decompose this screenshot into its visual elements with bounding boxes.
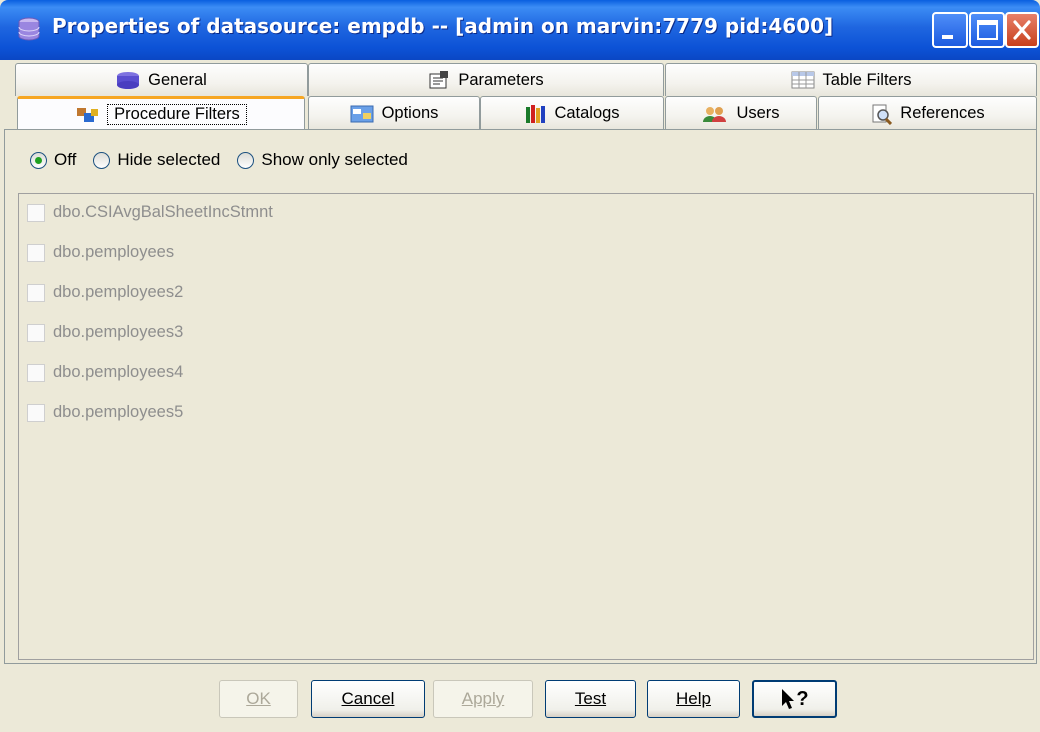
window-title: Properties of datasource: empdb -- [admi…: [52, 14, 834, 38]
apply-button[interactable]: Apply: [433, 680, 533, 718]
tab-users[interactable]: Users: [665, 96, 817, 130]
tab-catalogs[interactable]: Catalogs: [480, 96, 664, 130]
maximize-button[interactable]: [969, 12, 1005, 48]
checkbox[interactable]: [27, 243, 45, 262]
checkbox[interactable]: [27, 203, 45, 222]
tab-label: References: [900, 104, 985, 122]
database-icon: [117, 72, 140, 89]
tab-references[interactable]: References: [818, 96, 1037, 130]
tab-label: Table Filters: [822, 70, 912, 89]
close-button[interactable]: [1005, 12, 1039, 48]
radio-label: Show only selected: [261, 150, 408, 169]
list-item[interactable]: dbo.CSIAvgBalSheetIncStmnt: [27, 203, 273, 222]
table-icon: [791, 71, 815, 89]
database-icon: [18, 17, 40, 41]
tab-parameters[interactable]: Parameters: [308, 63, 664, 96]
list-item[interactable]: dbo.pemployees4: [27, 363, 183, 382]
ok-button[interactable]: OK: [219, 680, 298, 718]
test-button[interactable]: Test: [545, 680, 636, 718]
radio-label: Off: [54, 150, 77, 169]
procedure-list[interactable]: dbo.CSIAvgBalSheetIncStmnt dbo.pemployee…: [18, 193, 1034, 660]
users-icon: [703, 106, 727, 122]
close-icon: [1013, 20, 1031, 40]
list-item[interactable]: dbo.pemployees3: [27, 323, 183, 342]
tab-label: Parameters: [458, 70, 544, 89]
procedure-name: dbo.pemployees5: [53, 403, 184, 421]
options-icon: [350, 105, 374, 122]
title-bar[interactable]: Properties of datasource: empdb -- [admi…: [0, 0, 1040, 60]
procedure-icon: [77, 107, 99, 122]
tab-label: Users: [736, 104, 780, 122]
procedure-name: dbo.pemployees2: [53, 283, 184, 301]
tab-label: Options: [381, 104, 439, 122]
tab-label: Catalogs: [554, 104, 620, 122]
radio-hide-selected[interactable]: Hide selected: [93, 150, 220, 170]
button-label: ?: [796, 687, 809, 710]
button-label: Apply: [461, 689, 505, 708]
procedure-name: dbo.pemployees3: [53, 323, 184, 341]
radio-show-only-selected[interactable]: Show only selected: [237, 150, 408, 170]
button-bar: OK Cancel Apply Test Help ?: [0, 680, 1040, 720]
radio-indicator[interactable]: [237, 151, 255, 169]
books-icon: [526, 104, 546, 123]
tab-label: General: [148, 70, 207, 89]
help-button[interactable]: Help: [647, 680, 740, 718]
radio-label: Hide selected: [117, 150, 221, 169]
tab-label: Procedure Filters: [107, 104, 247, 125]
list-item[interactable]: dbo.pemployees2: [27, 283, 183, 302]
procedure-name: dbo.pemployees4: [53, 363, 184, 381]
maximize-icon: [977, 20, 998, 40]
minimize-button[interactable]: [932, 12, 968, 48]
radio-indicator[interactable]: [30, 151, 47, 169]
checkbox[interactable]: [27, 363, 45, 382]
parameters-icon: [429, 71, 449, 89]
procedure-name: dbo.pemployees: [53, 243, 175, 261]
cancel-button[interactable]: Cancel: [311, 680, 425, 718]
references-icon: [872, 104, 893, 125]
radio-off[interactable]: Off: [30, 150, 76, 170]
tab-options[interactable]: Options: [308, 96, 480, 130]
checkbox[interactable]: [27, 403, 45, 422]
tab-procedure-filters[interactable]: Procedure Filters: [17, 96, 305, 130]
filter-mode-group: Off Hide selected Show only selected: [30, 150, 425, 170]
tab-general[interactable]: General: [15, 63, 308, 96]
button-label: Help: [676, 689, 711, 708]
procedure-name: dbo.CSIAvgBalSheetIncStmnt: [53, 203, 273, 221]
properties-dialog: Properties of datasource: empdb -- [admi…: [0, 0, 1040, 732]
radio-indicator[interactable]: [93, 151, 111, 169]
button-label: Cancel: [341, 689, 395, 708]
list-item[interactable]: dbo.pemployees5: [27, 403, 183, 422]
button-label: OK: [246, 689, 271, 708]
minimize-icon: [942, 35, 953, 39]
list-item[interactable]: dbo.pemployees: [27, 243, 174, 262]
tab-table-filters[interactable]: Table Filters: [665, 63, 1037, 96]
button-label: Test: [574, 689, 607, 708]
whats-this-button[interactable]: ?: [752, 680, 837, 718]
checkbox[interactable]: [27, 323, 45, 342]
whats-this-icon: [782, 689, 795, 709]
checkbox[interactable]: [27, 283, 45, 302]
